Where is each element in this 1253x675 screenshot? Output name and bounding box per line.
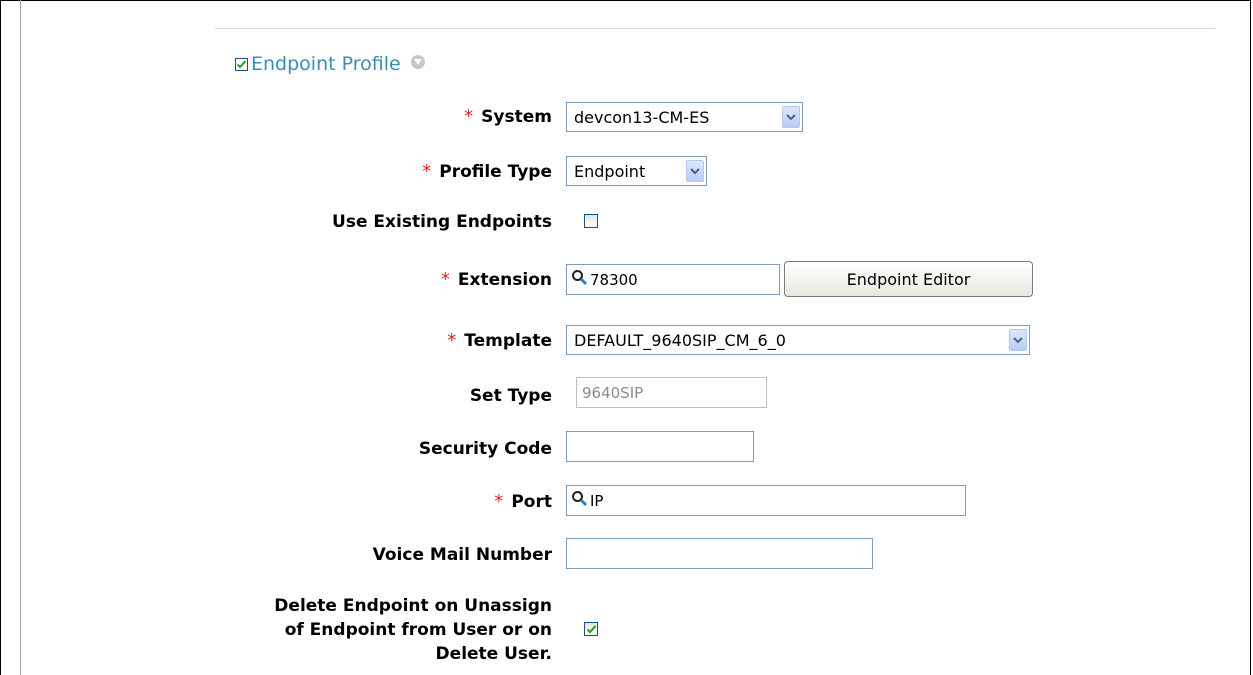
delete-endpoint-label-line: of Endpoint from User or on — [284, 620, 552, 640]
delete-endpoint-label-line: Delete Endpoint on Unassign — [274, 596, 552, 616]
chevron-down-icon[interactable] — [782, 106, 800, 128]
search-icon[interactable] — [571, 490, 588, 511]
profile-type-select-value: Endpoint — [574, 161, 646, 181]
system-label-text: System — [481, 107, 552, 127]
set-type-input: 9640SIP — [576, 377, 767, 408]
endpoint-editor-button[interactable]: Endpoint Editor — [784, 261, 1033, 297]
port-input[interactable]: IP — [566, 485, 966, 516]
template-select[interactable]: DEFAULT_9640SIP_CM_6_0 — [566, 325, 1030, 355]
panel-divider — [20, 0, 21, 675]
delete-endpoint-checkbox[interactable] — [584, 622, 598, 636]
required-marker: * — [464, 106, 474, 127]
system-select-value: devcon13-CM-ES — [574, 107, 710, 127]
voice-mail-label: Voice Mail Number — [372, 545, 552, 565]
security-code-label: Security Code — [418, 439, 552, 459]
delete-endpoint-label-line: Delete User. — [435, 644, 552, 664]
profile-type-label: * Profile Type — [422, 161, 552, 183]
section-checkbox[interactable] — [235, 57, 248, 71]
set-type-label: Set Type — [469, 386, 552, 406]
port-value: IP — [590, 491, 604, 510]
template-label-text: Template — [464, 331, 552, 351]
profile-type-label-text: Profile Type — [439, 162, 552, 182]
required-marker: * — [422, 161, 432, 182]
chevron-down-icon[interactable] — [1009, 329, 1027, 351]
required-marker: * — [447, 330, 457, 351]
search-icon[interactable] — [571, 269, 588, 290]
template-label: * Template — [447, 330, 552, 352]
section-separator — [215, 28, 1215, 29]
section-title: Endpoint Profile — [251, 53, 401, 75]
use-existing-label: Use Existing Endpoints — [332, 212, 552, 232]
template-select-value: DEFAULT_9640SIP_CM_6_0 — [574, 330, 786, 350]
port-label: * Port — [494, 491, 552, 513]
extension-label: * Extension — [440, 269, 552, 291]
required-marker: * — [440, 269, 450, 290]
delete-endpoint-label: Delete Endpoint on Unassign of Endpoint … — [274, 594, 552, 666]
chevron-down-icon[interactable] — [686, 160, 704, 182]
checkmark-icon — [586, 624, 596, 633]
extension-value: 78300 — [590, 270, 638, 289]
use-existing-checkbox[interactable] — [584, 214, 598, 228]
checkmark-icon — [236, 59, 247, 68]
extension-label-text: Extension — [457, 270, 552, 290]
extension-input[interactable]: 78300 — [566, 264, 780, 295]
port-label-text: Port — [511, 492, 552, 512]
voice-mail-input[interactable] — [566, 538, 873, 569]
required-marker: * — [494, 491, 504, 512]
set-type-value: 9640SIP — [582, 383, 644, 402]
collapse-arrow-icon[interactable] — [410, 55, 425, 69]
profile-type-select[interactable]: Endpoint — [566, 156, 707, 186]
system-label: * System — [464, 106, 552, 128]
section-header: Endpoint Profile — [235, 52, 425, 76]
security-code-input[interactable] — [566, 431, 754, 462]
system-select[interactable]: devcon13-CM-ES — [566, 102, 803, 132]
